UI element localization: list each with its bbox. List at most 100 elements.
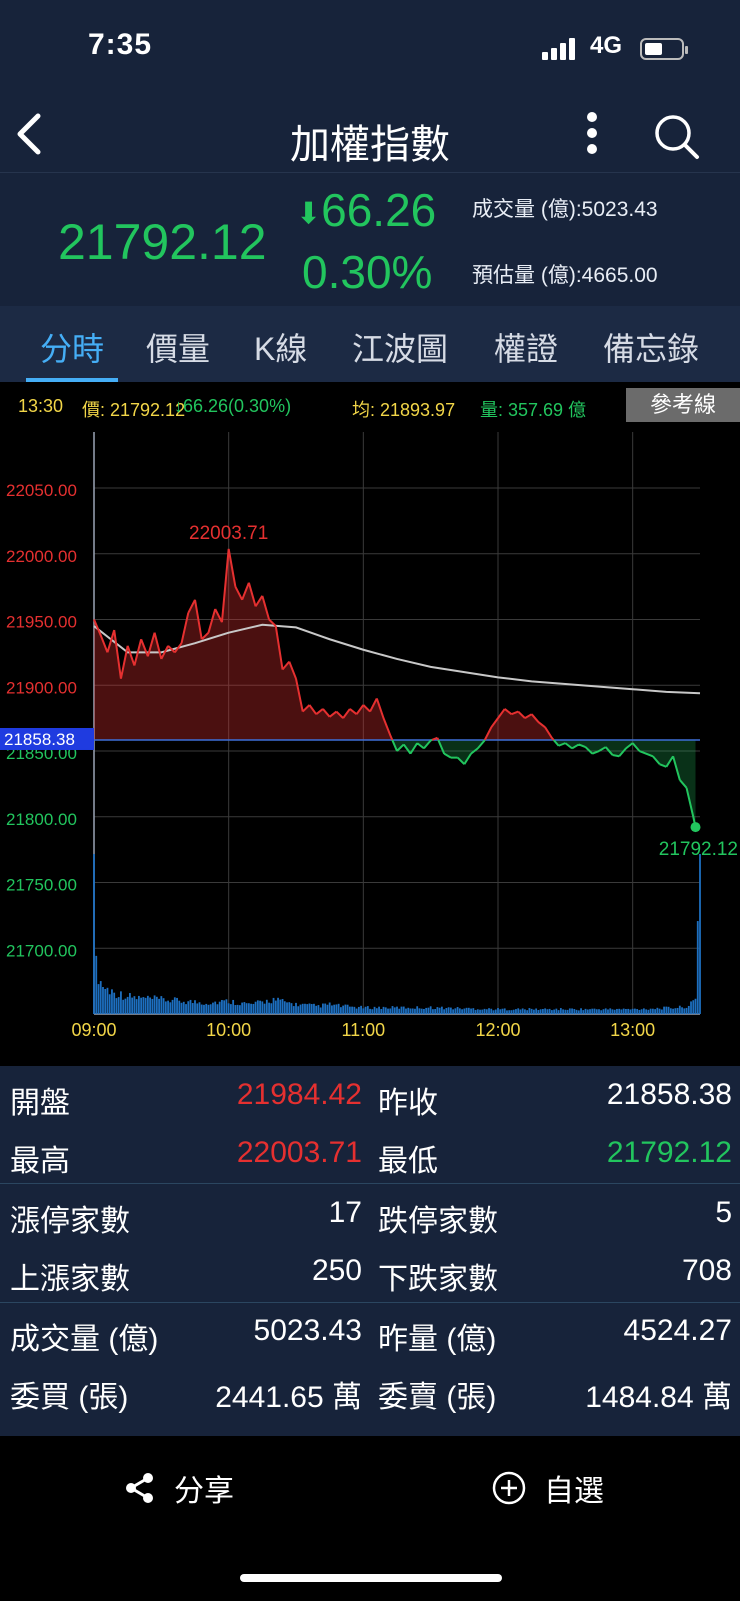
search-button[interactable] bbox=[652, 112, 702, 162]
stats-row: 漲停家數 17 跌停家數 5 bbox=[0, 1184, 740, 1242]
stat-value: 5023.43 bbox=[253, 1314, 362, 1347]
volume-bar bbox=[346, 1004, 349, 1014]
volume-bar bbox=[122, 999, 125, 1014]
volume-bar bbox=[607, 1009, 609, 1014]
intraday-chart[interactable]: 22050.0022000.0021950.0021900.0021850.00… bbox=[0, 430, 740, 1066]
search-icon bbox=[655, 115, 699, 159]
volume-bar bbox=[613, 1009, 616, 1014]
volume-bar bbox=[575, 1009, 578, 1014]
volume-bar bbox=[611, 1009, 614, 1014]
volume-bar bbox=[651, 1008, 654, 1014]
volume-bar bbox=[602, 1009, 605, 1014]
volume-bar bbox=[631, 1008, 634, 1014]
volume-bar bbox=[642, 1008, 645, 1014]
volume-bar bbox=[171, 999, 174, 1014]
tab-wave-chart[interactable]: 江波圖 bbox=[352, 324, 448, 370]
volume-bar bbox=[221, 999, 223, 1014]
volume-bar bbox=[198, 1002, 201, 1014]
volume-bar bbox=[559, 1008, 562, 1014]
stat-label: 跌停家數 bbox=[378, 1205, 498, 1238]
volume-bar bbox=[503, 1008, 506, 1014]
volume-bar bbox=[553, 1009, 556, 1014]
volume-bar bbox=[261, 1001, 264, 1014]
more-menu-button[interactable] bbox=[572, 108, 612, 164]
stats-divider bbox=[0, 1183, 740, 1184]
volume-bar bbox=[115, 998, 118, 1014]
volume-bar bbox=[295, 1002, 297, 1014]
volume-bar bbox=[429, 1006, 432, 1014]
stats-row: 成交量 (億) 5023.43 昨量 (億) 4524.27 bbox=[0, 1302, 740, 1360]
volume-bar bbox=[207, 1004, 210, 1014]
volume-bar bbox=[322, 1003, 324, 1014]
tab-bar: 分時 價量 K線 江波圖 權證 備忘錄 bbox=[0, 306, 740, 382]
volume-bar bbox=[526, 1010, 529, 1014]
volume-bar bbox=[456, 1007, 459, 1014]
volume-bar bbox=[627, 1008, 630, 1014]
volume-bar bbox=[93, 854, 95, 1014]
volume-bar bbox=[227, 1003, 230, 1014]
volume-bar bbox=[660, 1009, 663, 1014]
stat-label: 昨收 bbox=[378, 1087, 438, 1120]
add-watchlist-button[interactable]: 自選 bbox=[492, 1466, 604, 1510]
volume-bar bbox=[562, 1009, 564, 1014]
reference-line-button[interactable]: 參考線 bbox=[626, 388, 740, 422]
volume-bar bbox=[427, 1007, 430, 1014]
stats-divider bbox=[0, 1302, 740, 1303]
plus-circle-icon bbox=[492, 1471, 526, 1505]
volume-bar bbox=[676, 1007, 679, 1014]
volume-bar bbox=[577, 1010, 580, 1014]
volume-bar bbox=[625, 1008, 627, 1014]
volume-bar bbox=[167, 1000, 169, 1014]
volume-bar bbox=[131, 997, 134, 1014]
y-tick-label: 21800.00 bbox=[6, 810, 77, 829]
volume-bar bbox=[236, 1004, 239, 1014]
volume-bar bbox=[483, 1008, 486, 1014]
volume-bar bbox=[180, 1002, 183, 1014]
volume-bar bbox=[97, 984, 100, 1014]
volume-bar bbox=[620, 1009, 623, 1014]
volume-bar bbox=[640, 1009, 643, 1014]
volume-bar bbox=[187, 1001, 190, 1014]
volume-bar bbox=[387, 1008, 389, 1014]
volume-bar bbox=[328, 1002, 331, 1014]
volume-bar bbox=[580, 1008, 582, 1014]
volume-bar bbox=[470, 1008, 472, 1014]
volume-bar bbox=[129, 993, 131, 1014]
volume-bar bbox=[360, 1005, 362, 1014]
nav-bar: 加權指數 bbox=[0, 100, 740, 173]
volume-bar bbox=[245, 1003, 248, 1014]
volume-bar bbox=[434, 1009, 437, 1014]
volume-bar bbox=[196, 1003, 199, 1014]
volume-bar bbox=[380, 1008, 383, 1014]
volume-bar bbox=[488, 1008, 490, 1014]
tab-warrants[interactable]: 權證 bbox=[494, 324, 558, 370]
volume-bar bbox=[333, 1004, 336, 1014]
info-avg: 均: 21893.97 bbox=[352, 400, 456, 420]
info-volume: 量: 357.69 億 bbox=[480, 400, 587, 420]
bottom-bar: 分享 自選 bbox=[0, 1436, 740, 1601]
tab-kline[interactable]: K線 bbox=[254, 324, 307, 370]
volume-bar bbox=[203, 1004, 205, 1014]
volume-bar bbox=[598, 1009, 600, 1014]
tab-price-volume[interactable]: 價量 bbox=[146, 324, 210, 370]
volume-bar bbox=[274, 1000, 277, 1014]
volume-bar bbox=[214, 1001, 217, 1014]
stat-value: 17 bbox=[328, 1196, 362, 1229]
tab-intraday[interactable]: 分時 bbox=[40, 324, 104, 370]
volume-bar bbox=[205, 1003, 208, 1014]
volume-bar bbox=[669, 1008, 672, 1014]
volume-bar bbox=[279, 999, 282, 1014]
volume-bar bbox=[423, 1008, 425, 1014]
volume-bar bbox=[146, 995, 149, 1014]
volume-bar bbox=[230, 1004, 232, 1014]
stats-row: 上漲家數 250 下跌家數 708 bbox=[0, 1242, 740, 1300]
volume-bar bbox=[521, 1008, 524, 1014]
volume-bar bbox=[472, 1008, 475, 1014]
price-change-pct: 0.30% bbox=[302, 246, 433, 298]
tab-memo[interactable]: 備忘錄 bbox=[603, 324, 699, 370]
share-button[interactable]: 分享 bbox=[124, 1466, 234, 1510]
volume-bar bbox=[169, 1002, 172, 1014]
volume-bar bbox=[548, 1008, 551, 1014]
volume-bar bbox=[212, 1002, 214, 1014]
volume-bar bbox=[564, 1009, 567, 1014]
